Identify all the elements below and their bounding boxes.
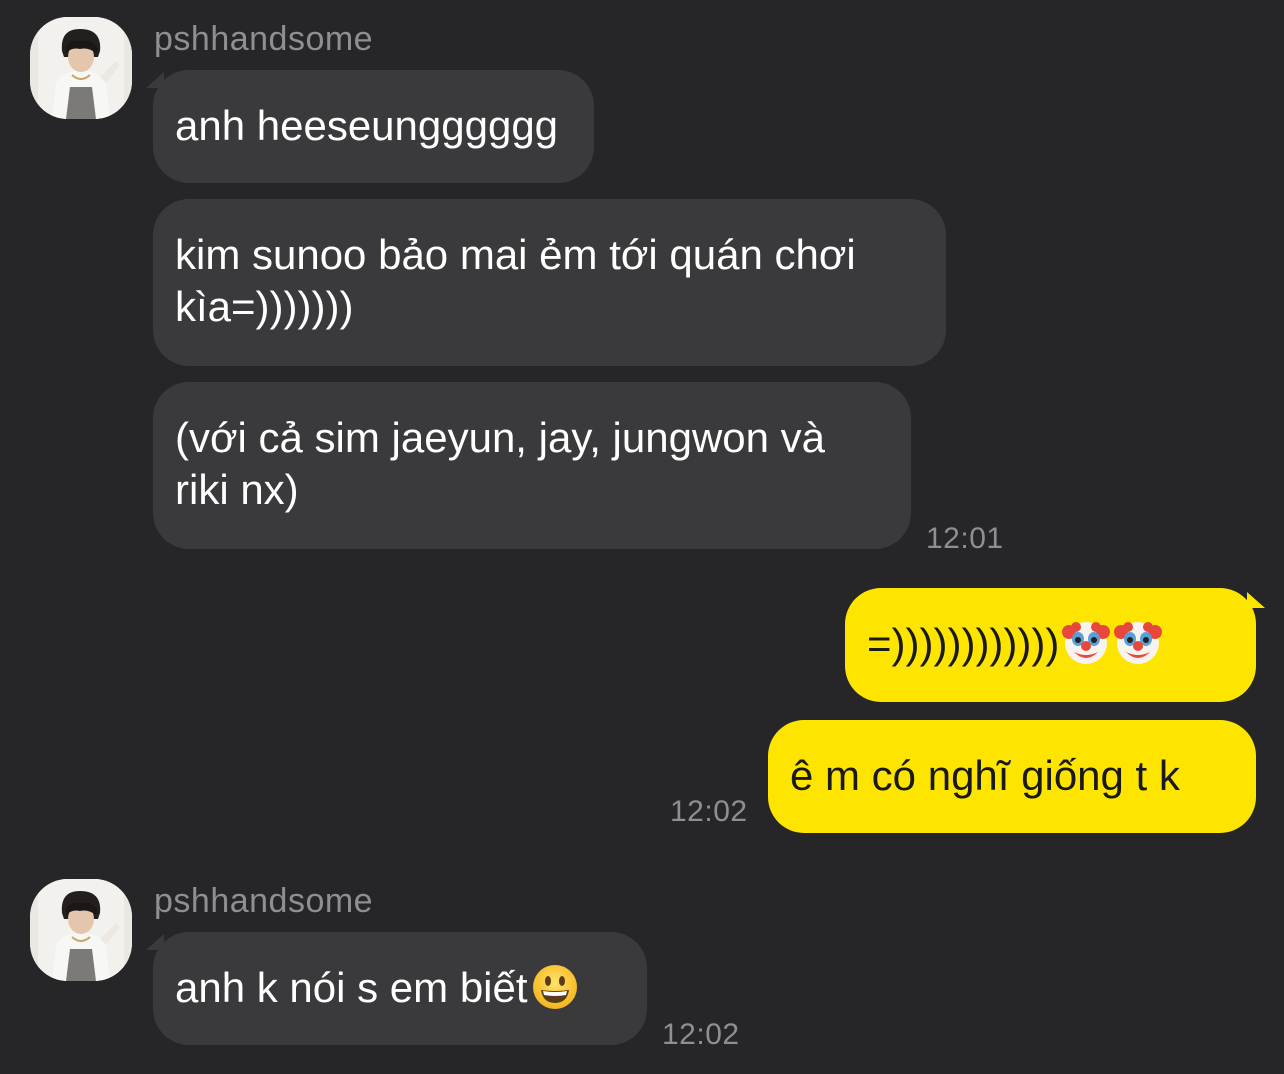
message-bubble[interactable]: =)))))))))))) — [845, 588, 1256, 702]
grinning-face-icon — [530, 962, 580, 1012]
message-bubble[interactable]: anh heeseungggggg — [153, 70, 594, 183]
message-text: kim sunoo bảo mai ẻm tới quán chơi kìa=)… — [175, 231, 856, 330]
clown-face-icon — [1061, 618, 1111, 668]
sender-name: pshhandsome — [154, 882, 374, 920]
message-bubble[interactable]: (với cả sim jaeyun, jay, jungwon và riki… — [153, 382, 911, 549]
message-time: 12:02 — [670, 795, 748, 828]
message-bubble[interactable]: ê m có nghĩ giống t k — [768, 720, 1256, 833]
message-time: 12:01 — [926, 522, 1004, 555]
avatar[interactable] — [30, 17, 132, 119]
message-bubble[interactable]: anh k nói s em biết — [153, 932, 647, 1045]
message-text: ê m có nghĩ giống t k — [790, 752, 1180, 799]
avatar[interactable] — [30, 879, 132, 981]
message-bubble[interactable]: kim sunoo bảo mai ẻm tới quán chơi kìa=)… — [153, 199, 946, 366]
avatar-photo — [30, 879, 132, 981]
avatar-photo — [30, 17, 132, 119]
message-text: anh heeseungggggg — [175, 102, 559, 149]
message-text: =)))))))))))) — [867, 620, 1060, 667]
message-time: 12:02 — [662, 1018, 740, 1051]
sender-name: pshhandsome — [154, 20, 374, 58]
message-text: (với cả sim jaeyun, jay, jungwon và riki… — [175, 414, 826, 513]
clown-face-icon — [1113, 618, 1163, 668]
message-text: anh k nói s em biết — [175, 964, 528, 1011]
